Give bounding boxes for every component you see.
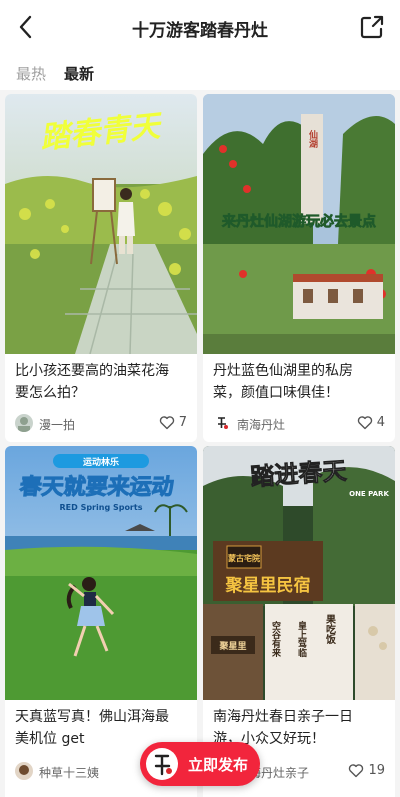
heart-icon xyxy=(357,416,372,430)
publish-button[interactable]: 立即发布 xyxy=(140,742,260,786)
top-bar: 十万游客踏春丹灶 xyxy=(0,0,400,54)
avatar[interactable] xyxy=(15,762,33,780)
heart-icon xyxy=(349,764,364,778)
like-count: 19 xyxy=(368,763,385,778)
author-name[interactable]: 漫一拍 xyxy=(39,416,75,433)
banner-text: 皇上驾临 xyxy=(296,620,307,658)
author-row: 南海丹灶 4 xyxy=(213,414,385,434)
post-cover-image: 蒙古宅院 聚星里民宿 聚星里 空谷有来 皇上驾临 果吃饭 踏进春天 ONE PA… xyxy=(203,446,395,700)
avatar[interactable] xyxy=(15,414,33,432)
banner-text: 空谷有来 xyxy=(270,620,282,658)
cover-subtitle: RED Spring Sports xyxy=(60,503,143,512)
publish-label: 立即发布 xyxy=(188,756,249,774)
post-card[interactable]: 仙湖 来丹灶仙湖游玩必去景点 丹灶蓝色仙湖里的私房 菜，颜值口味俱佳！ 南海丹灶 xyxy=(203,94,395,442)
post-title: 丹灶蓝色仙湖里的私房 菜，颜值口味俱佳！ xyxy=(213,363,353,401)
share-icon[interactable] xyxy=(358,13,386,41)
post-card[interactable]: 踏春青天 比小孩还要高的油菜花海 要怎么拍？ 漫一拍 7 xyxy=(5,94,197,442)
heart-icon xyxy=(159,416,174,430)
sign-main-text: 聚星里民宿 xyxy=(225,575,311,596)
author-name[interactable]: 南海丹灶 xyxy=(237,416,285,433)
post-cover-image: 仙湖 来丹灶仙湖游玩必去景点 xyxy=(203,94,395,354)
sign-top-text: 蒙古宅院 xyxy=(228,553,260,563)
avatar[interactable] xyxy=(213,414,231,432)
like-button[interactable]: 19 xyxy=(348,763,385,778)
post-feed: 踏春青天 比小孩还要高的油菜花海 要怎么拍？ 漫一拍 7 仙湖 来丹灶仙湖游玩必… xyxy=(0,90,400,797)
like-count: 7 xyxy=(178,415,187,430)
like-button[interactable]: 4 xyxy=(357,415,385,430)
sort-tabs: 最热 最新 xyxy=(0,54,400,90)
cover-tag: ONE PARK xyxy=(349,490,389,498)
like-count: 4 xyxy=(376,415,385,430)
author-row: 漫一拍 7 xyxy=(15,414,187,434)
cover-headline: 春天就要来运动 xyxy=(18,474,175,500)
like-button[interactable]: 7 xyxy=(159,415,187,430)
post-cover-image: 运动林乐 春天就要来运动 RED Spring Sports xyxy=(5,446,197,700)
danzao-logo-icon xyxy=(146,748,178,780)
post-title: 比小孩还要高的油菜花海 要怎么拍？ xyxy=(15,363,169,401)
cover-badge: 运动林乐 xyxy=(83,456,119,468)
page-title: 十万游客踏春丹灶 xyxy=(132,21,268,41)
sign-small-text: 聚星里 xyxy=(218,641,246,652)
post-cover-image: 踏春青天 xyxy=(5,94,197,354)
author-name[interactable]: 种草十三姨 xyxy=(39,764,99,781)
tab-hottest[interactable]: 最热 xyxy=(16,63,46,84)
monument-inscription: 仙湖 xyxy=(307,129,318,149)
cover-overlay-text: 来丹灶仙湖游玩必去景点 xyxy=(221,213,376,230)
tab-newest[interactable]: 最新 xyxy=(64,63,94,84)
